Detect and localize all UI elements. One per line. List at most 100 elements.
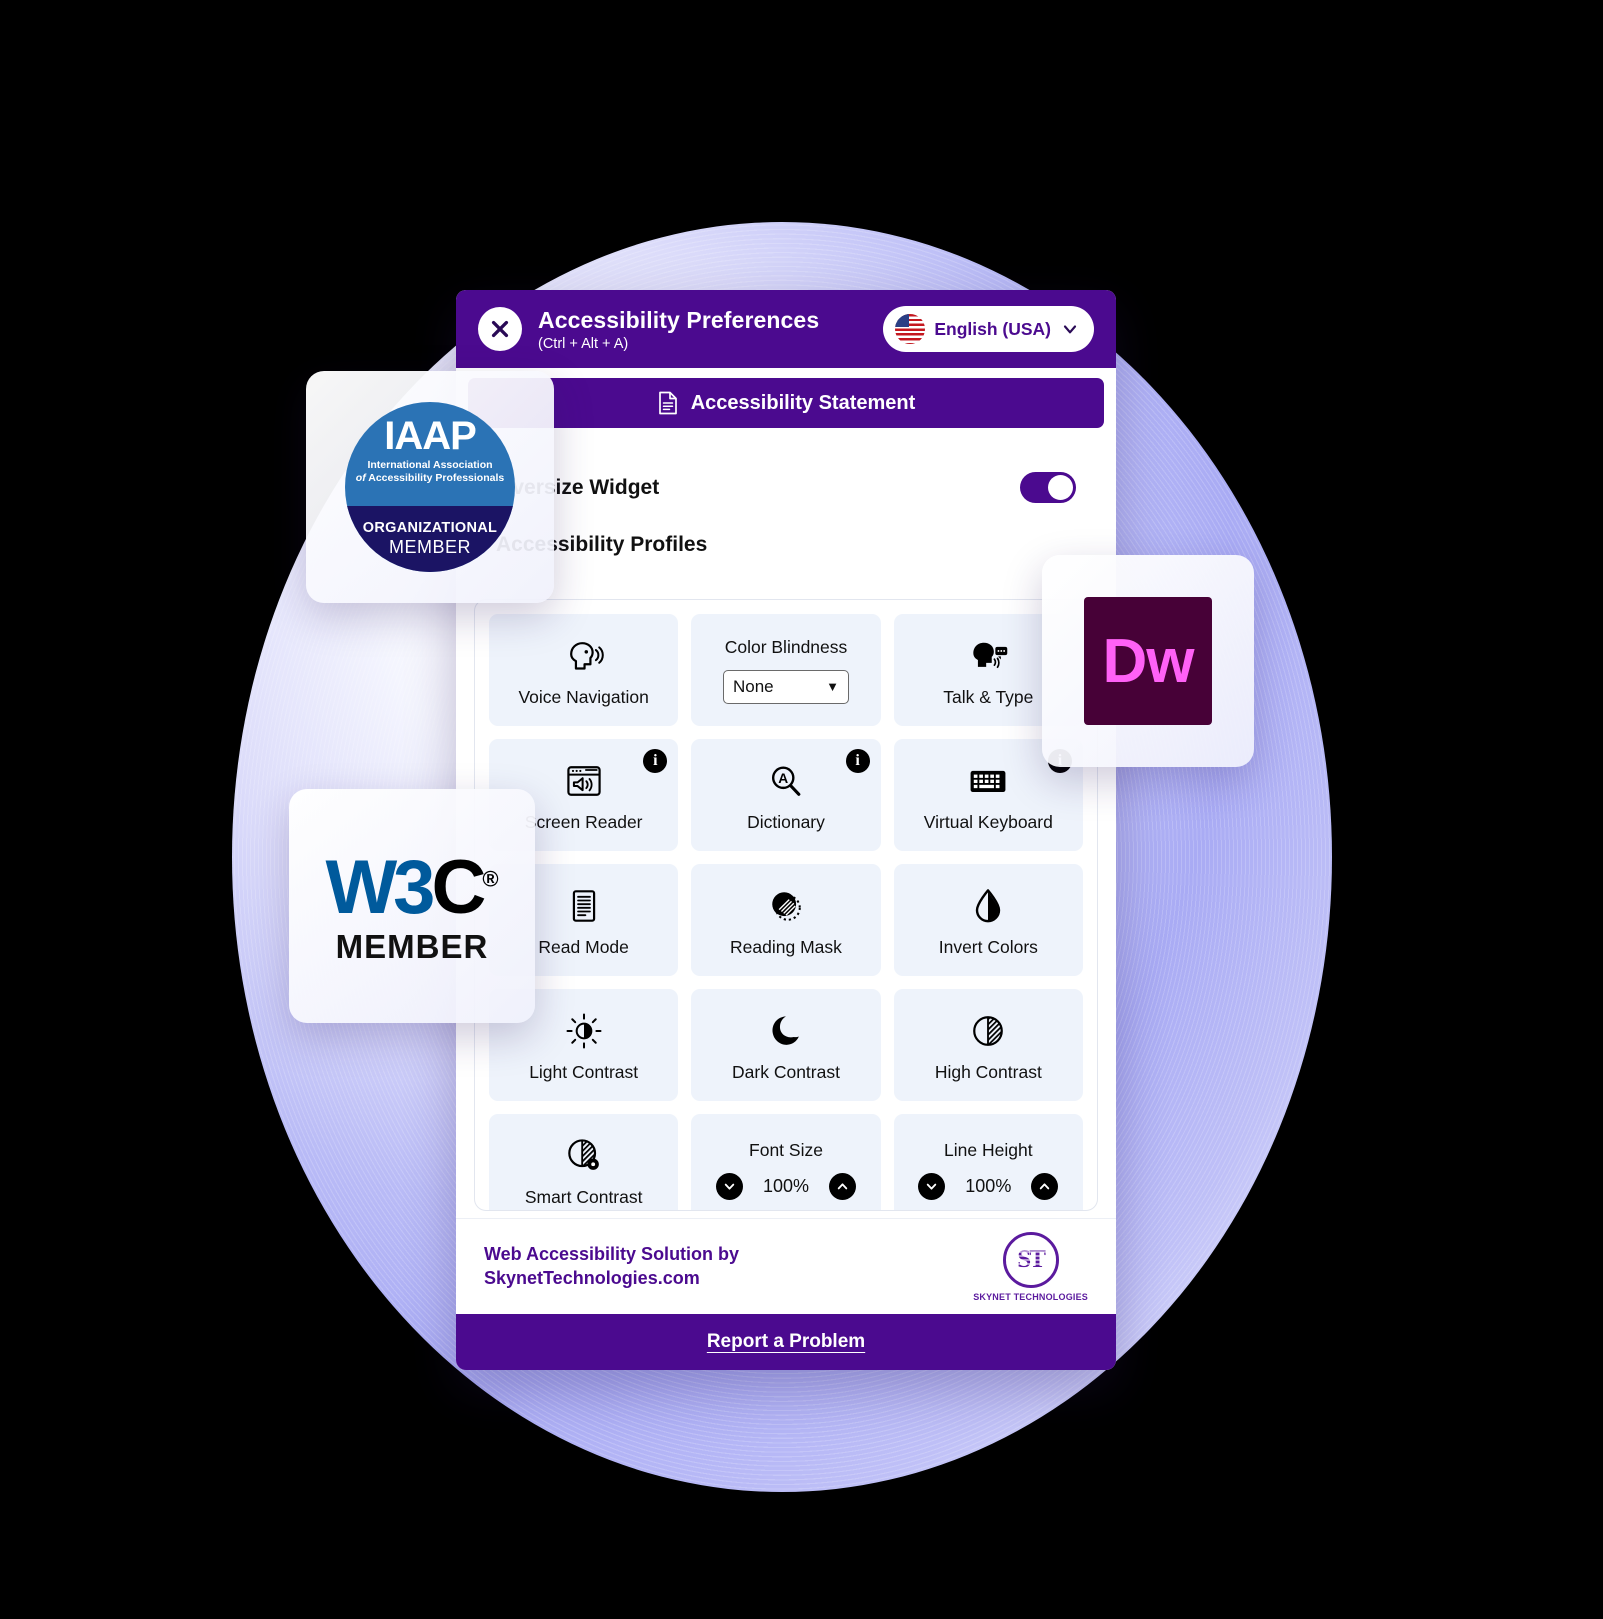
accessibility-statement-button[interactable]: Accessibility Statement [468, 378, 1104, 428]
tile-smart-contrast[interactable]: Smart Contrast [489, 1114, 679, 1210]
info-icon[interactable]: i [845, 749, 870, 773]
tile-voice-navigation[interactable]: Voice Navigation [489, 614, 679, 726]
chevron-down-circle-icon[interactable] [715, 1173, 743, 1200]
font-size-stepper[interactable]: 100% [715, 1173, 856, 1200]
screenshot-stage: Accessibility Preferences (Ctrl + Alt + … [0, 0, 1603, 1619]
w3c-member-label: MEMBER [335, 927, 489, 965]
color-blindness-select[interactable]: None ▼ [722, 669, 849, 704]
panel-header: Accessibility Preferences (Ctrl + Alt + … [456, 290, 1116, 368]
language-label: English (USA) [934, 318, 1051, 339]
invert-colors-icon [966, 883, 1010, 929]
talk-and-type-icon [966, 633, 1010, 679]
line-height-value: 100% [965, 1176, 1012, 1196]
info-icon[interactable]: i [643, 749, 668, 773]
iaap-band-line1: ORGANIZATIONAL [362, 520, 498, 536]
tile-invert-colors[interactable]: Invert Colors [893, 864, 1083, 976]
iaap-badge-band: ORGANIZATIONAL MEMBER [345, 506, 515, 572]
voice-navigation-icon [562, 633, 606, 679]
page-title: Accessibility Preferences [538, 306, 820, 333]
accessibility-widget-panel: Accessibility Preferences (Ctrl + Alt + … [456, 290, 1116, 1370]
dreamweaver-badge: Dw [1042, 555, 1254, 767]
iaap-badge-circle: IAAP International Association of Access… [345, 402, 515, 572]
document-icon [658, 391, 677, 415]
panel-body: Oversize Widget Accessibility Profiles V… [456, 428, 1116, 1238]
oversize-widget-row: Oversize Widget [468, 428, 1104, 503]
report-a-problem-button[interactable]: Report a Problem [456, 1314, 1116, 1370]
tile-label: High Contrast [934, 1061, 1042, 1082]
chevron-down-icon [1060, 319, 1080, 339]
footer-credit-line1: Web Accessibility Solution by [484, 1244, 740, 1265]
features-card: Voice Navigation Color Blindness None ▼ [474, 599, 1098, 1211]
tile-label: Light Contrast [529, 1061, 639, 1082]
iaap-line1: International Association [367, 459, 493, 471]
usa-flag-icon [895, 314, 926, 344]
color-blindness-label: Color Blindness [724, 636, 848, 657]
toggle-knob [1048, 475, 1073, 500]
iaap-member-badge: IAAP International Association of Access… [306, 371, 554, 603]
iaap-line2-italic: of [355, 472, 366, 485]
dark-contrast-icon [764, 1008, 808, 1054]
reading-mask-icon [764, 883, 808, 929]
tile-line-height[interactable]: Line Height 100% [893, 1114, 1083, 1210]
tile-label: Talk & Type [943, 686, 1034, 707]
tile-label: Dictionary [747, 811, 825, 832]
line-height-stepper[interactable]: 100% [918, 1173, 1059, 1200]
st-monogram-icon: ST [1002, 1231, 1059, 1288]
svg-text:A: A [778, 771, 788, 786]
close-x-icon [491, 320, 509, 338]
w3c-badge-content: W3C® MEMBER [325, 849, 499, 965]
header-titles: Accessibility Preferences (Ctrl + Alt + … [538, 307, 819, 352]
registered-mark-icon: ® [482, 866, 499, 892]
keyboard-shortcut: (Ctrl + Alt + A) [538, 335, 629, 352]
accessibility-profiles-label: Accessibility Profiles [496, 533, 708, 556]
tile-label: Dark Contrast [732, 1061, 840, 1082]
font-size-value: 100% [762, 1176, 809, 1196]
panel-footer: Web Accessibility Solution by SkynetTech… [456, 1218, 1116, 1314]
font-size-label: Font Size [749, 1140, 823, 1160]
light-contrast-icon [562, 1008, 606, 1054]
footer-credit-line2: SkynetTechnologies.com [484, 1267, 700, 1288]
tile-label: Read Mode [538, 936, 629, 957]
iaap-line2: of Accessibility Professionals [345, 472, 515, 485]
oversize-widget-toggle[interactable] [1020, 472, 1076, 503]
footer-credit: Web Accessibility Solution by SkynetTech… [484, 1243, 739, 1289]
tile-label: Screen Reader [524, 811, 643, 832]
caret-down-icon: ▼ [826, 679, 839, 694]
tile-high-contrast[interactable]: High Contrast [893, 989, 1083, 1101]
iaap-acronym: IAAP [384, 414, 477, 458]
chevron-up-circle-icon[interactable] [828, 1173, 856, 1200]
tile-color-blindness[interactable]: Color Blindness None ▼ [691, 614, 881, 726]
w3c-logo-icon: W3C® [325, 849, 499, 926]
tile-label: Voice Navigation [518, 686, 649, 707]
line-height-label: Line Height [944, 1140, 1033, 1160]
chevron-down-circle-icon[interactable] [918, 1173, 946, 1200]
accessibility-statement-label: Accessibility Statement [690, 391, 916, 414]
tile-label: Virtual Keyboard [923, 811, 1053, 832]
tile-label: Reading Mask [730, 936, 842, 957]
dreamweaver-icon: Dw [1084, 597, 1212, 725]
iaap-badge-top: IAAP International Association of Access… [345, 402, 515, 485]
chevron-up-circle-icon[interactable] [1031, 1173, 1059, 1200]
iaap-band-line2: MEMBER [388, 537, 471, 557]
virtual-keyboard-icon [966, 758, 1010, 804]
screen-reader-icon [562, 758, 606, 804]
tile-font-size[interactable]: Font Size 100% [691, 1114, 881, 1210]
language-selector[interactable]: English (USA) [883, 306, 1094, 352]
close-button[interactable] [478, 307, 522, 351]
dictionary-icon: A [764, 758, 808, 804]
color-blindness-value: None [732, 676, 774, 696]
tile-dark-contrast[interactable]: Dark Contrast [691, 989, 881, 1101]
w3c-logo-w3: W3 [325, 844, 435, 930]
st-logo-caption: SKYNET TECHNOLOGIES [973, 1291, 1088, 1302]
tile-label: Invert Colors [938, 936, 1038, 957]
tile-dictionary[interactable]: i A Dictionary [691, 739, 881, 851]
smart-contrast-icon [562, 1133, 606, 1179]
features-grid: Voice Navigation Color Blindness None ▼ [489, 614, 1083, 1210]
iaap-line2-rest: Accessibility Professionals [368, 472, 505, 485]
tile-reading-mask[interactable]: Reading Mask [691, 864, 881, 976]
w3c-member-badge: W3C® MEMBER [289, 789, 535, 1023]
high-contrast-icon [966, 1008, 1010, 1054]
w3c-logo-c: C [431, 844, 486, 930]
read-mode-icon [562, 883, 606, 929]
report-a-problem-label: Report a Problem [706, 1331, 866, 1352]
